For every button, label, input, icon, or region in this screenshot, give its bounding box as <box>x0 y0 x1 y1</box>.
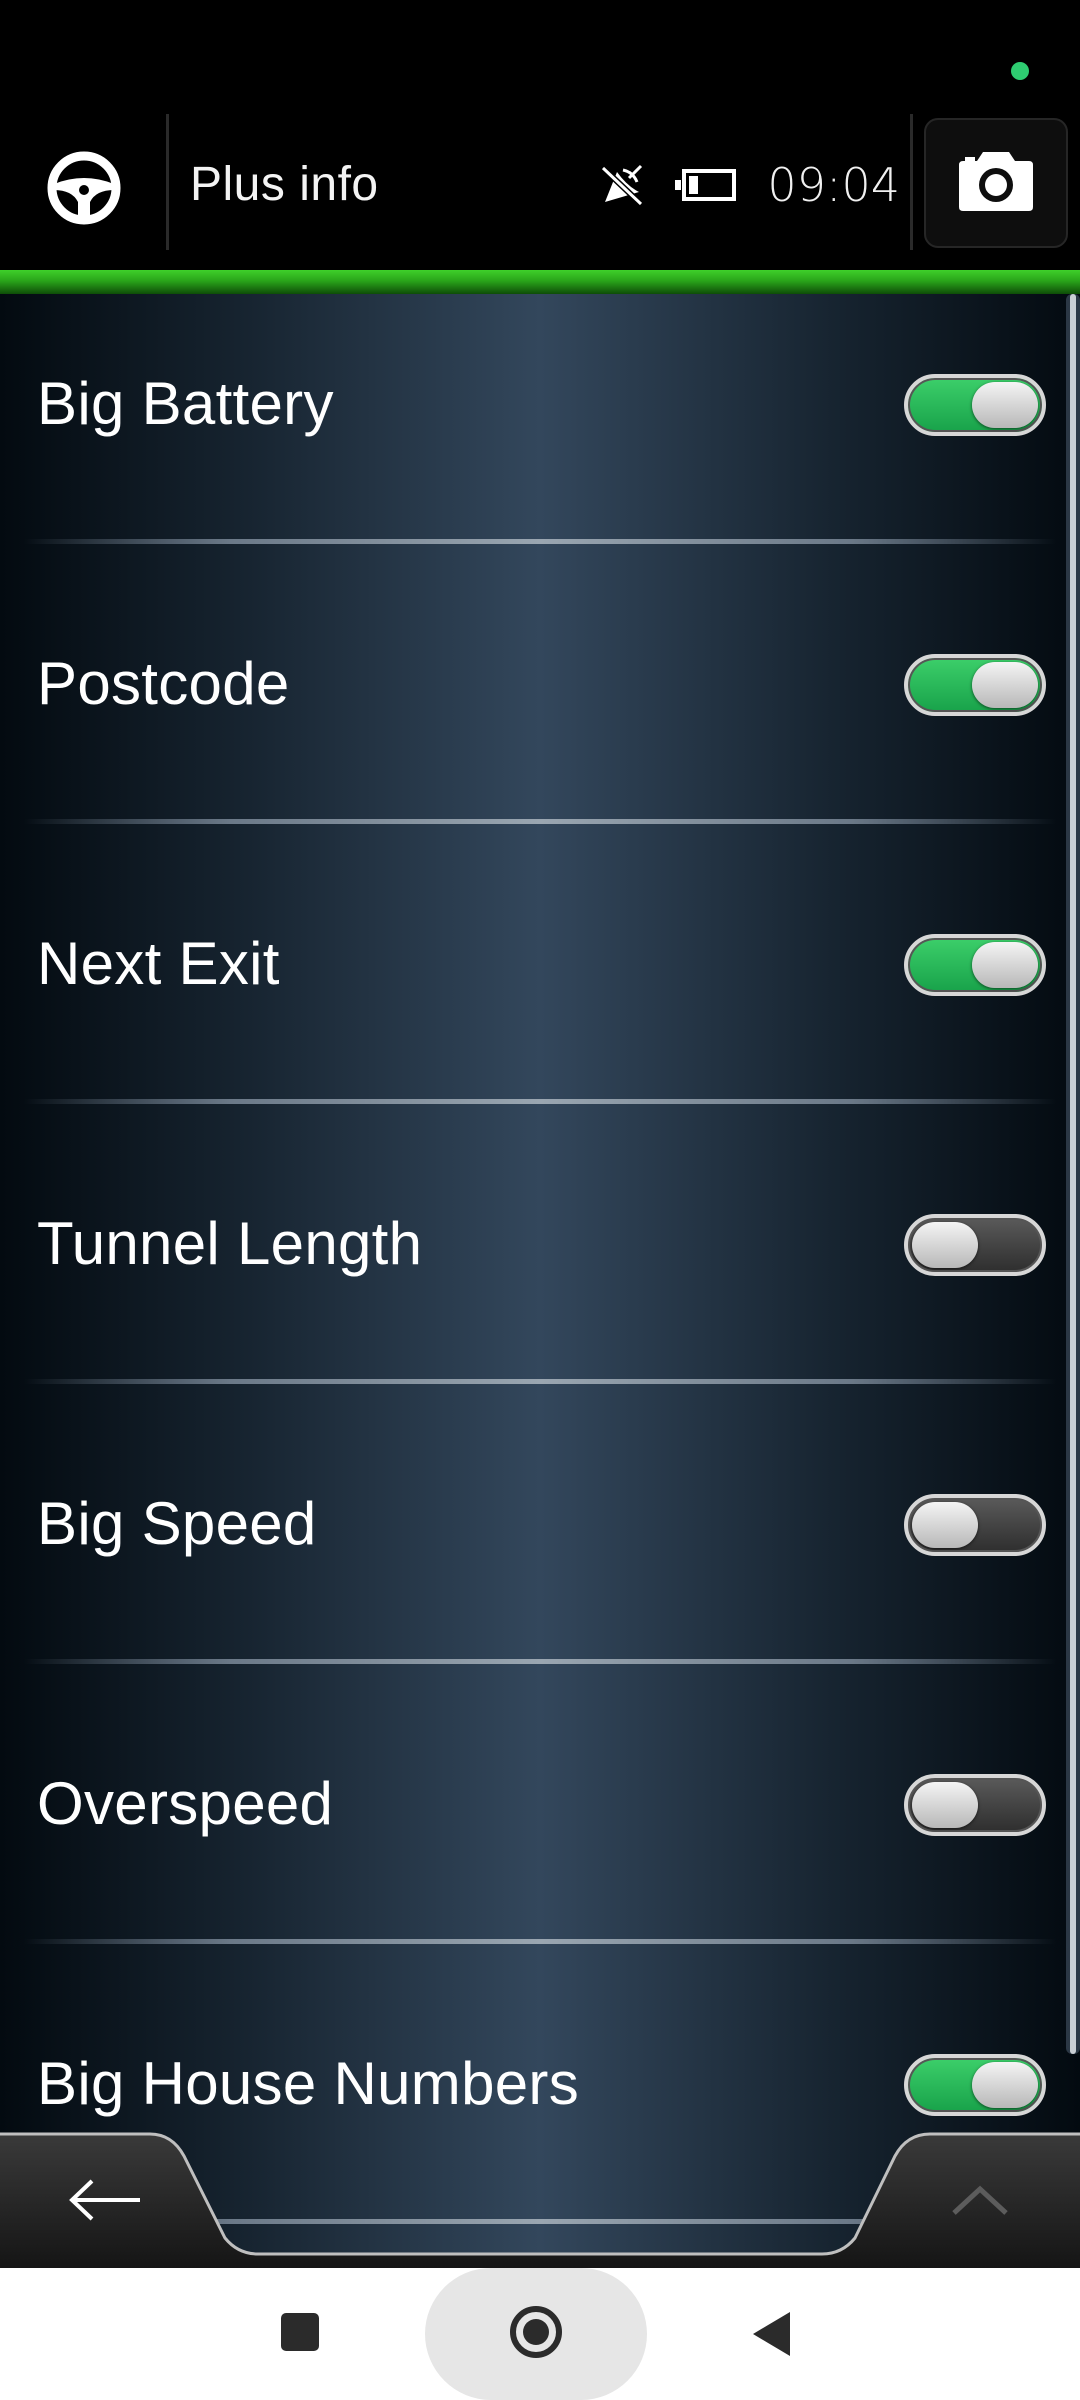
camera-icon <box>955 149 1037 218</box>
toggle-knob <box>972 942 1038 988</box>
setting-row-next-exit[interactable]: Next Exit <box>0 854 1066 1134</box>
recents-square-icon[interactable] <box>281 2313 319 2351</box>
header-bar: Plus info 09:04 <box>0 110 1080 270</box>
row-divider <box>24 1099 1056 1104</box>
home-circle-icon <box>509 2305 563 2364</box>
header-divider <box>166 114 169 250</box>
setting-label: Tunnel Length <box>37 1210 423 1277</box>
setting-label: Big Battery <box>37 370 334 437</box>
setting-row-big-battery[interactable]: Big Battery <box>0 294 1066 574</box>
toggle-knob <box>912 1502 978 1548</box>
steering-wheel-icon <box>46 150 122 231</box>
toggle-switch[interactable] <box>904 1494 1046 1556</box>
row-divider <box>24 1939 1056 1944</box>
toggle-switch[interactable] <box>904 2054 1046 2116</box>
back-triangle-icon[interactable] <box>750 2310 792 2358</box>
status-strip <box>0 0 1080 110</box>
chevron-up-icon <box>950 2183 1010 2222</box>
setting-label: Postcode <box>37 650 290 717</box>
setting-label: Overspeed <box>37 1770 334 1837</box>
row-divider <box>24 1379 1056 1384</box>
toggle-switch[interactable] <box>904 654 1046 716</box>
row-divider <box>24 1659 1056 1664</box>
toggle-knob <box>912 1222 978 1268</box>
setting-label: Next Exit <box>37 930 280 997</box>
setting-row-postcode[interactable]: Postcode <box>0 574 1066 854</box>
toggle-knob <box>972 382 1038 428</box>
header-accent-bar <box>0 270 1080 294</box>
battery-icon <box>675 168 737 202</box>
row-divider <box>24 819 1056 824</box>
toggle-switch[interactable] <box>904 1214 1046 1276</box>
back-arrow-icon <box>68 2178 142 2227</box>
scrollbar[interactable] <box>1066 294 1080 2054</box>
toggle-knob <box>972 2062 1038 2108</box>
notification-dot <box>1011 62 1029 80</box>
header-divider <box>910 114 913 250</box>
setting-row-big-speed[interactable]: Big Speed <box>0 1414 1066 1694</box>
page-title: Plus info <box>190 158 379 211</box>
row-divider <box>24 539 1056 544</box>
home-button[interactable] <box>425 2268 647 2400</box>
system-navigation-bar <box>0 2268 1080 2400</box>
toggle-switch[interactable] <box>904 374 1046 436</box>
setting-row-overspeed[interactable]: Overspeed <box>0 1694 1066 1974</box>
settings-list[interactable]: Big Battery Postcode Next Exit Tunnel Le… <box>0 294 1080 2268</box>
toggle-knob <box>972 662 1038 708</box>
toggle-knob <box>912 1782 978 1828</box>
driving-mode-button[interactable] <box>20 122 148 258</box>
status-indicators: 09:04 <box>599 110 900 260</box>
back-button[interactable] <box>0 2126 210 2268</box>
scroll-up-button[interactable] <box>880 2126 1080 2268</box>
camera-button[interactable] <box>924 118 1068 248</box>
toggle-switch[interactable] <box>904 934 1046 996</box>
gps-off-icon <box>599 162 645 208</box>
toggle-switch[interactable] <box>904 1774 1046 1836</box>
clock-time: 09:04 <box>767 158 900 212</box>
plus-info-screen: Plus info 09:04 Big Battery Postcode Nex… <box>0 0 1080 2400</box>
setting-row-tunnel-length[interactable]: Tunnel Length <box>0 1134 1066 1414</box>
setting-label: Big Speed <box>37 1490 317 1557</box>
